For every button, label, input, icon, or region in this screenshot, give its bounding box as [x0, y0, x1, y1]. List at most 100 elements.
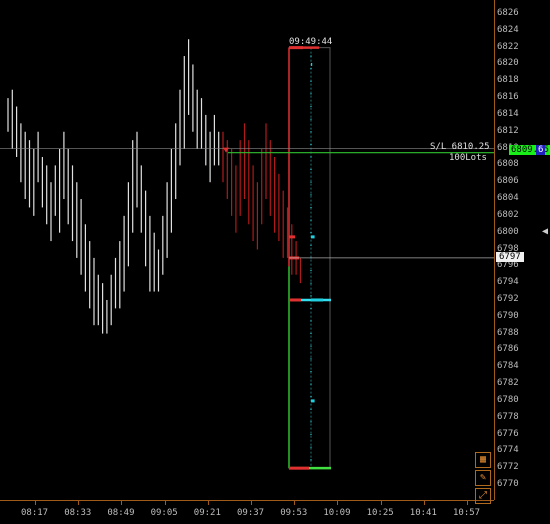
volume-tick [310, 383, 312, 385]
volume-tick [310, 307, 312, 309]
chart-tool-panel: ▦ ✎ ⤢ [475, 452, 491, 506]
time-tick-mark [380, 501, 382, 505]
price-tick-label: 6804 [497, 193, 519, 204]
volume-tick [310, 169, 312, 171]
bid-volume-bar [289, 298, 301, 302]
time-tick-label: 10:57 [453, 508, 481, 518]
price-tick-label: 6780 [497, 394, 519, 405]
price-tick-label: 6818 [497, 75, 519, 86]
scroll-left-icon[interactable]: ◀ [542, 226, 550, 238]
volume-tick [310, 156, 312, 158]
time-tick-mark [78, 501, 80, 505]
volume-tick [310, 244, 312, 246]
price-tick-label: 6800 [497, 226, 519, 237]
price-tick-label: 6792 [497, 293, 519, 304]
time-tick-mark [423, 501, 425, 505]
volume-tick [310, 131, 312, 133]
volume-tick [310, 320, 312, 322]
volume-tick [310, 333, 312, 335]
time-tick-mark [467, 501, 468, 505]
price-tick-label: 6784 [497, 361, 519, 372]
time-tick-label: 08:33 [64, 508, 92, 518]
pencil-icon[interactable]: ✎ [475, 470, 491, 486]
volume-tick [310, 270, 312, 272]
entry-marker [223, 147, 229, 153]
price-tick-label: 6808 [497, 159, 519, 170]
time-tick-mark [35, 501, 36, 505]
price-overlay [0, 147, 494, 259]
ask-volume-bar [311, 62, 313, 66]
time-tick-label: 09:21 [193, 508, 221, 518]
volume-tick [310, 345, 312, 347]
volume-tick [310, 282, 312, 284]
time-tick-label: 09:53 [280, 508, 308, 518]
price-tick-label: 6772 [497, 462, 519, 473]
price-tick-label: 6790 [497, 310, 519, 321]
ask-volume-bar [311, 399, 315, 403]
price-tick-label: 6786 [497, 344, 519, 355]
price-tick-label: 6806 [497, 176, 519, 187]
time-tick-mark [207, 501, 209, 505]
price-tick-label: 6776 [497, 428, 519, 439]
price-bars [7, 39, 301, 334]
price-tick-label: 6824 [497, 24, 519, 35]
volume-tick [310, 93, 312, 95]
price-axis: 6826 6824 6822 6820 6818 6816 6814 6812 6810 6808… [494, 0, 550, 500]
time-tick-mark [121, 501, 123, 505]
sl-text-label: S/L 6810.25 [430, 141, 490, 152]
price-tick-label: 6774 [497, 445, 519, 456]
volume-tick [310, 434, 312, 436]
ask-volume-bar [311, 235, 315, 239]
time-tick-label: 09:37 [237, 508, 265, 518]
volume-tick [310, 232, 312, 234]
time-tick-mark [164, 501, 166, 505]
bid-volume-bar [289, 235, 295, 239]
current-price-box: 6797 [496, 251, 524, 262]
price-chart[interactable] [0, 0, 494, 500]
volume-tick [310, 55, 312, 57]
time-tick-label: 09:05 [150, 508, 178, 518]
time-axis: 08:17 08:33 08:49 09:05 09:21 09:37 09:53 10:09… [0, 500, 494, 524]
expand-icon[interactable]: ⤢ [475, 488, 491, 504]
price-tick-label: 6802 [497, 209, 519, 220]
volume-tick [310, 118, 312, 120]
price-tick-label: 6782 [497, 378, 519, 389]
time-tick-mark [251, 501, 252, 505]
volume-tick [310, 143, 312, 145]
price-tick-label: 6778 [497, 411, 519, 422]
bid-volume-bar [289, 466, 309, 470]
volume-tick [310, 421, 312, 423]
volume-tick [310, 408, 312, 410]
volume-tick [310, 194, 312, 196]
volume-tick [310, 106, 312, 108]
volume-tick [310, 68, 312, 70]
price-tick-label: 6796 [497, 260, 519, 271]
time-tick-label: 10:09 [323, 508, 351, 518]
volume-tick [310, 206, 312, 208]
volume-tick [310, 396, 312, 398]
volume-tick [310, 370, 312, 372]
price-tick-label: 6822 [497, 41, 519, 52]
volume-tick [310, 219, 312, 221]
volume-tick [310, 80, 312, 82]
price-tick-label: 6820 [497, 58, 519, 69]
sl-qty-label: 100Lots [449, 152, 487, 163]
ask-volume-bar [311, 298, 323, 302]
sl-suffix-box: 6 [536, 144, 546, 155]
price-tick-label: 6826 [497, 8, 519, 18]
profile-time-label: 09:49:44 [289, 37, 333, 47]
price-tick-label: 6788 [497, 327, 519, 338]
price-tick-label: 6816 [497, 92, 519, 103]
volume-tick [310, 459, 312, 461]
price-tick-label: 6814 [497, 108, 519, 119]
price-tick-label: 6812 [497, 125, 519, 136]
volume-tick [310, 181, 312, 183]
time-tick-label: 08:17 [21, 508, 49, 518]
volume-tick [310, 295, 312, 297]
time-tick-label: 08:49 [107, 508, 135, 518]
grid-icon[interactable]: ▦ [475, 452, 491, 468]
time-tick-label: 10:25 [366, 508, 394, 518]
time-tick-label: 10:41 [409, 508, 437, 518]
price-tick-label: 6770 [497, 479, 519, 489]
volume-tick [310, 358, 312, 360]
